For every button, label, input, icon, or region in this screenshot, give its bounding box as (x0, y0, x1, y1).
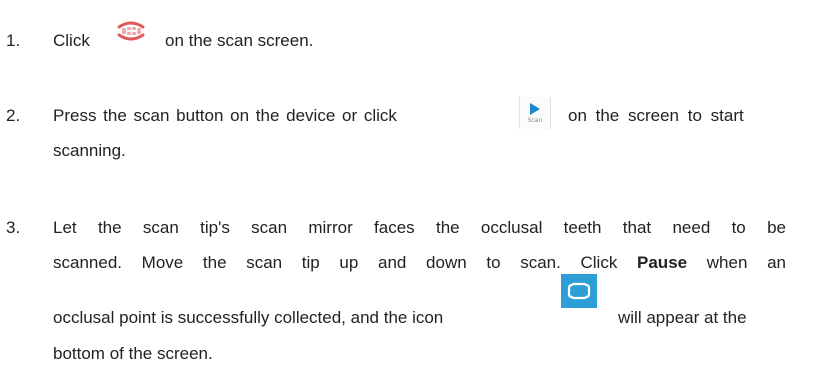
step-text: scanned. Move the scan tip up and down t… (53, 253, 638, 272)
teeth-icon (114, 16, 148, 46)
step-text: will appear at the (618, 308, 747, 327)
step-text: Click (53, 31, 90, 50)
scan-play-icon: Scan (519, 97, 551, 129)
step-text: Let the scan tip's scan mirror faces the… (53, 218, 786, 237)
occlusal-point-icon (561, 274, 597, 308)
step-text: scanning. (53, 141, 126, 160)
step-text: on the scan screen. (165, 31, 314, 50)
step-text: occlusal point is successfully collected… (53, 308, 444, 327)
scan-icon-caption: Scan (527, 117, 543, 124)
pause-label: Pause (637, 253, 688, 272)
step-text: Press the scan button on the device or c… (53, 106, 397, 125)
step-number: 2. (6, 106, 21, 125)
step-text: when an (687, 253, 787, 272)
step-text: on the screen to start (568, 106, 744, 125)
step-text: bottom of the screen. (53, 344, 213, 363)
step-number: 1. (6, 31, 21, 50)
step-text-line: scanned. Move the scan tip up and down t… (53, 253, 786, 273)
step-number: 3. (6, 218, 21, 237)
